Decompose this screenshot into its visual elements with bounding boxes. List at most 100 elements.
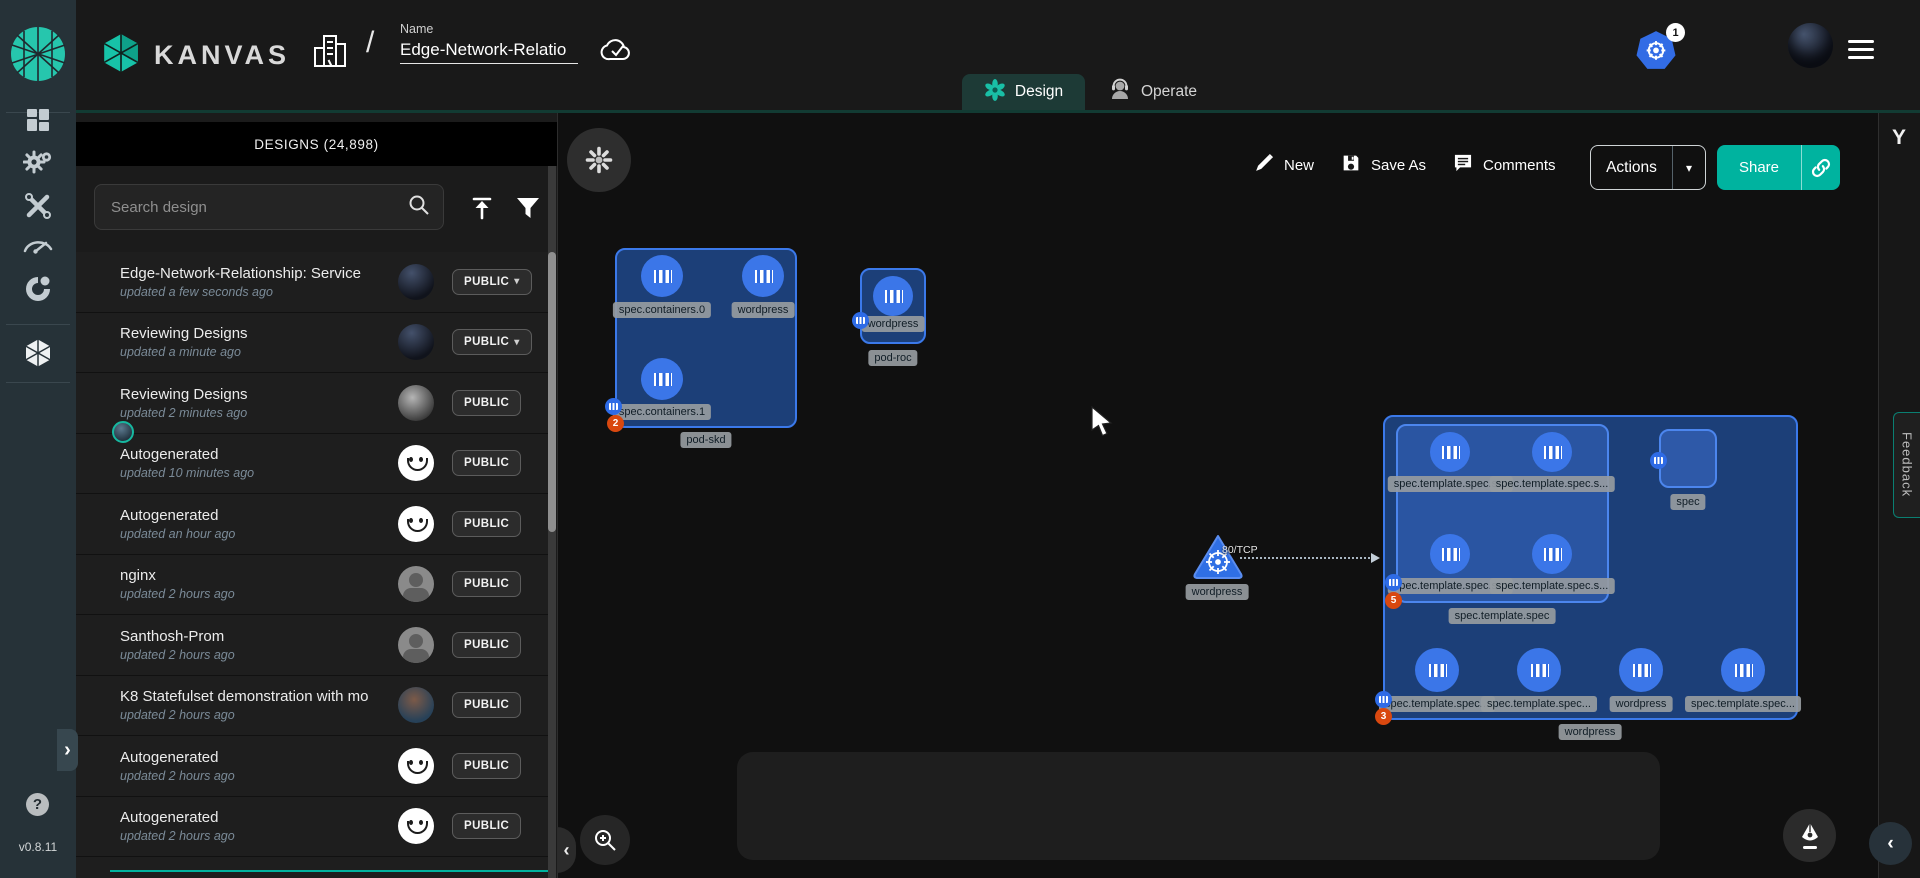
visibility-badge[interactable]: PUBLIC [452,571,521,597]
node-deployment-container[interactable] [1517,648,1561,692]
node-template-container[interactable] [1430,432,1470,472]
node-deployment-container[interactable] [1619,648,1663,692]
design-title: Autogenerated [120,809,392,826]
brand-text: KANVAS [154,40,290,71]
comments-button[interactable]: Comments [1452,152,1556,178]
visibility-badge[interactable]: PUBLIC [452,632,521,658]
design-list-item[interactable]: Autogenerated updated 10 minutes ago PUB… [76,434,549,495]
sidebar-item-dashboard[interactable] [21,103,55,137]
design-list-item-partial [76,857,549,878]
save-as-button[interactable]: Save As [1340,152,1426,178]
node-spec[interactable] [1659,429,1717,488]
node-template-container[interactable] [1430,534,1470,574]
node-container-0[interactable] [641,255,683,297]
actions-label: Actions [1591,159,1672,177]
copy-link-icon[interactable] [1802,157,1840,179]
filter-funnel-icon[interactable] [514,194,542,227]
visibility-badge[interactable]: PUBLIC [452,450,521,476]
designs-panel-title: DESIGNS (24,898) [76,122,557,166]
user-avatar[interactable] [1788,23,1833,68]
scrollbar-thumb[interactable] [548,252,556,532]
service-edge[interactable] [1240,557,1378,559]
sidebar-item-performance[interactable] [21,228,55,262]
pod-kind-badge [1385,574,1402,591]
node-container-wordpress[interactable] [742,255,784,297]
visibility-badge[interactable]: PUBLIC [452,813,521,839]
menu-hamburger-icon[interactable] [1848,40,1874,64]
node-container-wordpress[interactable] [873,276,913,316]
panel-expand-chevron[interactable]: › [57,729,78,771]
visibility-badge[interactable]: PUBLIC ▾ [452,269,532,295]
design-search[interactable] [94,184,444,230]
visibility-badge[interactable]: PUBLIC [452,753,521,779]
help-button[interactable]: ? [26,793,49,816]
node-service-wordpress[interactable] [1190,531,1246,586]
k8s-context-switcher[interactable]: 1 [1636,30,1676,77]
brand[interactable]: KANVAS [100,32,290,79]
design-list-item[interactable]: Santhosh-Prom updated 2 hours ago PUBLIC [76,615,549,676]
new-button[interactable]: New [1253,152,1314,178]
tab-operate[interactable]: Operate [1085,74,1220,110]
designs-scrollbar[interactable] [548,166,556,878]
design-updated: updated 2 hours ago [120,648,392,662]
tab-design[interactable]: Design [962,74,1085,110]
visibility-label: PUBLIC [464,457,509,469]
design-mode-pen-button[interactable] [1783,809,1836,862]
node-deployment-container[interactable] [1721,648,1765,692]
design-item-text: Autogenerated updated an hour ago [120,507,392,541]
node-container-1[interactable] [641,358,683,400]
design-title: Autogenerated [120,749,392,766]
yaml-panel-toggle[interactable]: Y [1884,126,1914,150]
design-list-item[interactable]: K8 Statefulset demonstration with mo upd… [76,676,549,737]
meshery-logo[interactable] [9,25,67,88]
right-panel-chevron[interactable]: ‹ [1869,822,1912,865]
visibility-badge[interactable]: PUBLIC ▾ [452,329,532,355]
node-label: spec [1670,494,1705,510]
visibility-badge[interactable]: PUBLIC [452,692,521,718]
feedback-tab[interactable]: Feedback [1893,412,1920,518]
design-list-item[interactable]: Autogenerated updated 2 hours ago PUBLIC [76,736,549,797]
error-count-badge[interactable]: 2 [607,415,624,432]
caret-down-icon[interactable]: ▾ [1673,161,1705,175]
import-design-icon[interactable] [468,194,496,227]
design-pinwheel-icon [984,79,1006,106]
design-item-text: Reviewing Designs updated a minute ago [120,325,392,359]
node-template-container[interactable] [1532,534,1572,574]
design-list-item[interactable]: Autogenerated updated an hour ago PUBLIC [76,494,549,555]
design-list-item[interactable]: Reviewing Designs updated 2 minutes ago … [76,373,549,434]
node-template-container[interactable] [1532,432,1572,472]
share-split-button[interactable]: Share [1717,145,1840,190]
sidebar-item-toolkit[interactable] [21,189,55,223]
design-title: Edge-Network-Relationship: Service [120,265,392,282]
comments-label: Comments [1483,157,1556,174]
node-deployment-container[interactable] [1415,648,1459,692]
node-spec-template-spec[interactable] [1396,424,1609,603]
error-count-badge[interactable]: 5 [1385,592,1402,609]
search-input[interactable] [111,199,407,216]
sidebar-item-extensions[interactable] [21,272,55,306]
mouse-cursor [1090,406,1116,441]
design-updated: updated a minute ago [120,345,392,359]
sidebar-item-kanvas[interactable] [21,336,55,370]
node-label: spec.template.spec... [1481,696,1597,712]
error-count-badge[interactable]: 3 [1375,708,1392,725]
design-list-item[interactable]: Edge-Network-Relationship: Service updat… [76,252,549,313]
rail-divider [6,324,70,325]
design-list-item[interactable]: Reviewing Designs updated a minute ago P… [76,313,549,374]
visibility-badge[interactable]: PUBLIC [452,511,521,537]
design-name-input[interactable] [400,40,578,64]
canvas-quick-menu-button[interactable] [567,128,631,192]
visibility-label: PUBLIC [464,639,509,651]
organization-icon[interactable] [312,32,348,77]
design-list-item[interactable]: Autogenerated updated 2 hours ago PUBLIC [76,797,549,858]
design-updated: updated 10 minutes ago [120,466,392,480]
node-label: wordpress [1610,696,1673,712]
design-title: K8 Statefulset demonstration with mo [120,688,392,705]
design-item-text: Autogenerated updated 10 minutes ago [120,446,392,480]
actions-split-button[interactable]: Actions ▾ [1590,145,1706,190]
design-list-item[interactable]: nginx updated 2 hours ago PUBLIC [76,555,549,616]
zoom-button[interactable] [580,815,630,865]
visibility-badge[interactable]: PUBLIC [452,390,521,416]
design-owner-avatar [398,324,434,360]
sidebar-item-lifecycle[interactable] [21,146,55,180]
